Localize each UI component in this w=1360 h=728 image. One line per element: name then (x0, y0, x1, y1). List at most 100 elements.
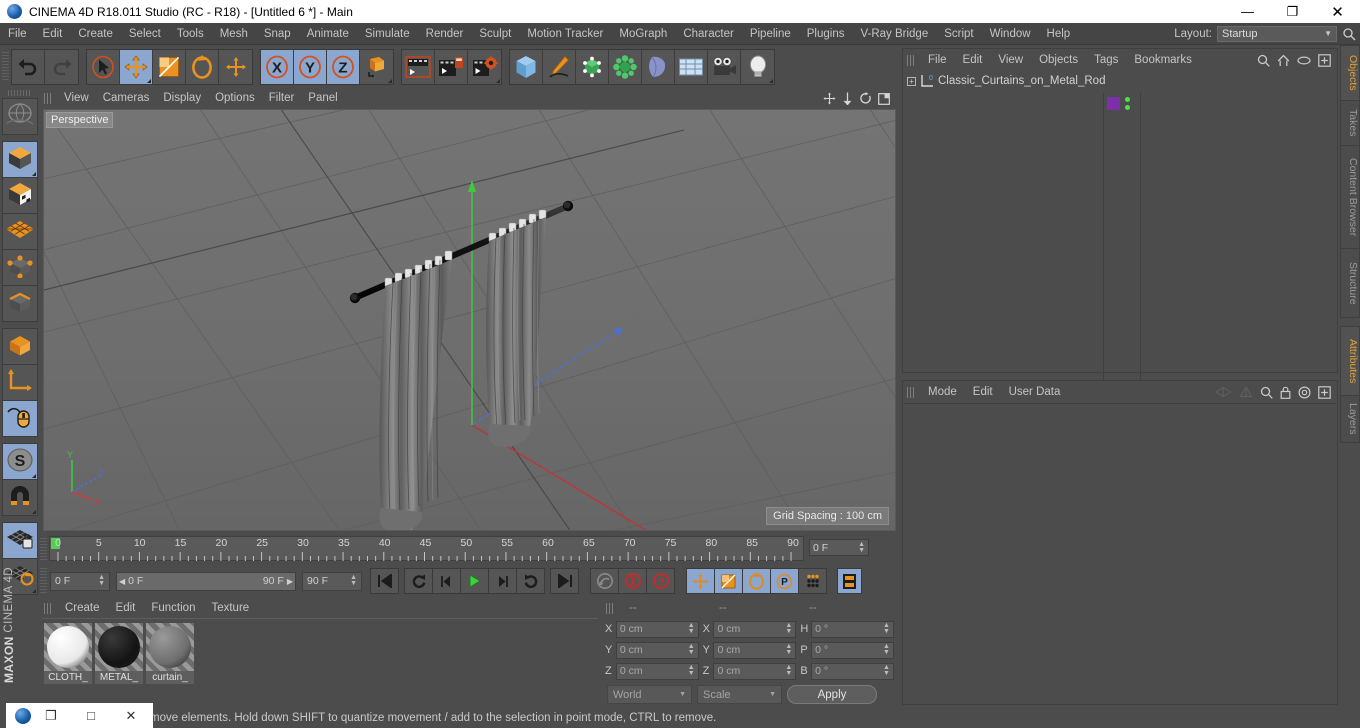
coord-size-input[interactable]: 0 cm ▲ ▼ (713, 641, 797, 659)
go-to-end-button[interactable] (550, 568, 579, 594)
attributes-menu-user-data[interactable]: User Data (1001, 381, 1069, 403)
coord-pos-input[interactable]: 0 cm ▲ ▼ (615, 641, 699, 659)
coord-rot-input[interactable]: 0 ° ▲ ▼ (811, 641, 894, 659)
object-menu-objects[interactable]: Objects (1031, 49, 1086, 71)
spinner-icon[interactable]: ▲ ▼ (785, 643, 792, 656)
viewport-solo-button[interactable] (2, 400, 38, 437)
deformer-button[interactable] (642, 49, 675, 84)
next-frame-button[interactable] (488, 568, 517, 594)
home-icon[interactable] (1277, 54, 1290, 67)
tab-layers[interactable]: Layers (1340, 395, 1360, 443)
search-icon[interactable] (1257, 54, 1270, 67)
scene-object-button[interactable] (675, 49, 708, 84)
range-right-arrow-icon[interactable]: ▶ (287, 577, 293, 586)
play-backwards-button[interactable] (404, 568, 433, 594)
viewport-menu-panel[interactable]: Panel (301, 88, 344, 109)
spinner-icon[interactable]: ▲ ▼ (858, 541, 865, 554)
playbar-grip[interactable] (40, 568, 47, 594)
material-menu-function[interactable]: Function (143, 598, 203, 618)
attributes-menu-edit[interactable]: Edit (965, 381, 1001, 403)
edge-mode-button[interactable] (2, 285, 38, 322)
material-item[interactable]: curtain_ (146, 623, 194, 685)
tab-structure[interactable]: Structure (1340, 248, 1360, 318)
menu-render[interactable]: Render (418, 23, 472, 45)
axis-gizmo-button[interactable] (2, 364, 38, 401)
material-preview[interactable] (44, 623, 92, 671)
object-menu-view[interactable]: View (990, 49, 1031, 71)
object-row[interactable]: +0 Classic_Curtains_on_Metal_Rod (904, 71, 1336, 91)
menu-pipeline[interactable]: Pipeline (742, 23, 799, 45)
model-mode-button[interactable] (2, 141, 38, 178)
material-item[interactable]: CLOTH_ (44, 623, 92, 685)
go-to-start-button[interactable] (370, 568, 399, 594)
playback-end-frame-field[interactable]: 90 F ▲ ▼ (302, 571, 362, 591)
lock-icon[interactable] (1280, 386, 1291, 399)
spinner-icon[interactable]: ▲ ▼ (688, 664, 695, 677)
spinner-icon[interactable]: ▲ ▼ (98, 574, 105, 587)
apply-button[interactable]: Apply (787, 685, 877, 704)
viewport-move-icon[interactable] (823, 92, 836, 105)
menu-simulate[interactable]: Simulate (357, 23, 418, 45)
object-menu-edit[interactable]: Edit (955, 49, 991, 71)
material-item[interactable]: METAL_ (95, 623, 143, 685)
coord-rot-input[interactable]: 0 ° ▲ ▼ (811, 620, 894, 638)
spinner-icon[interactable]: ▲ ▼ (688, 622, 695, 635)
coord-pos-input[interactable]: 0 cm ▲ ▼ (615, 620, 699, 638)
menu-tools[interactable]: Tools (169, 23, 212, 45)
coord-size-input[interactable]: 0 cm ▲ ▼ (713, 620, 797, 638)
viewport-rotate-icon[interactable] (859, 92, 872, 105)
object-tree[interactable]: +0 Classic_Curtains_on_Metal_Rod (904, 71, 1336, 393)
redo-button[interactable] (45, 49, 78, 84)
menu-select[interactable]: Select (121, 23, 169, 45)
menu-mograph[interactable]: MoGraph (611, 23, 675, 45)
menu-window[interactable]: Window (982, 23, 1039, 45)
tab-attributes[interactable]: Attributes (1340, 326, 1360, 396)
menu-mesh[interactable]: Mesh (212, 23, 256, 45)
key-pla-button[interactable]: P (770, 568, 799, 594)
timeline-current-frame-field[interactable]: 0 F ▲ ▼ (809, 539, 869, 556)
tab-takes[interactable]: Takes (1340, 100, 1360, 146)
undo-view-button[interactable] (2, 98, 38, 135)
maximize-button[interactable]: ❐ (1270, 0, 1315, 23)
menu-sculpt[interactable]: Sculpt (471, 23, 519, 45)
spinner-icon[interactable]: ▲ ▼ (688, 643, 695, 656)
play-loop-button[interactable] (516, 568, 545, 594)
layer-color-swatch[interactable] (1107, 97, 1120, 110)
y-axis-button[interactable]: Y (294, 49, 327, 84)
viewport-menu-filter[interactable]: Filter (262, 88, 302, 109)
menu-plugins[interactable]: Plugins (799, 23, 853, 45)
snap-s-button[interactable]: S (2, 443, 38, 480)
nurbs-button[interactable] (576, 49, 609, 84)
light-button[interactable] (741, 49, 774, 84)
layout-dropdown[interactable]: Startup ▼ (1217, 25, 1337, 42)
viewport-menu-options[interactable]: Options (208, 88, 262, 109)
texture-mode-button[interactable] (2, 177, 38, 214)
viewport-canvas[interactable]: Perspective Grid Spacing : 100 cm Y Z X (43, 109, 896, 531)
object-menu-bookmarks[interactable]: Bookmarks (1126, 49, 1200, 71)
coordinate-grip[interactable] (606, 602, 614, 614)
toolbar-grip[interactable] (2, 51, 9, 82)
restore-button[interactable]: ❐ (31, 703, 71, 728)
minimize-button[interactable]: — (1225, 0, 1270, 23)
search-icon[interactable] (1342, 27, 1356, 41)
render-picture-viewer-button[interactable] (435, 49, 468, 84)
material-preview[interactable] (146, 623, 194, 671)
autokeying-button[interactable] (618, 568, 647, 594)
menu-motion-tracker[interactable]: Motion Tracker (519, 23, 611, 45)
menu-file[interactable]: File (0, 23, 35, 45)
material-list[interactable]: CLOTH_ METAL_ curtain_ (42, 618, 598, 704)
move-button[interactable] (120, 49, 153, 84)
attributes-grip[interactable] (907, 386, 915, 398)
viewport-grip[interactable] (44, 93, 52, 104)
menu-v-ray-bridge[interactable]: V-Ray Bridge (852, 23, 936, 45)
viewport-scale-icon[interactable] (842, 92, 853, 105)
menu-edit[interactable]: Edit (35, 23, 71, 45)
tag-dots[interactable] (1125, 97, 1130, 110)
range-left-arrow-icon[interactable]: ◀ (119, 577, 125, 586)
coord-pos-input[interactable]: 0 cm ▲ ▼ (615, 662, 699, 680)
workplane-lock-button[interactable] (2, 522, 38, 559)
material-menu-create[interactable]: Create (57, 598, 108, 618)
render-view-button[interactable] (402, 49, 435, 84)
mograph-button[interactable] (609, 49, 642, 84)
viewport-menu-view[interactable]: View (57, 88, 96, 109)
